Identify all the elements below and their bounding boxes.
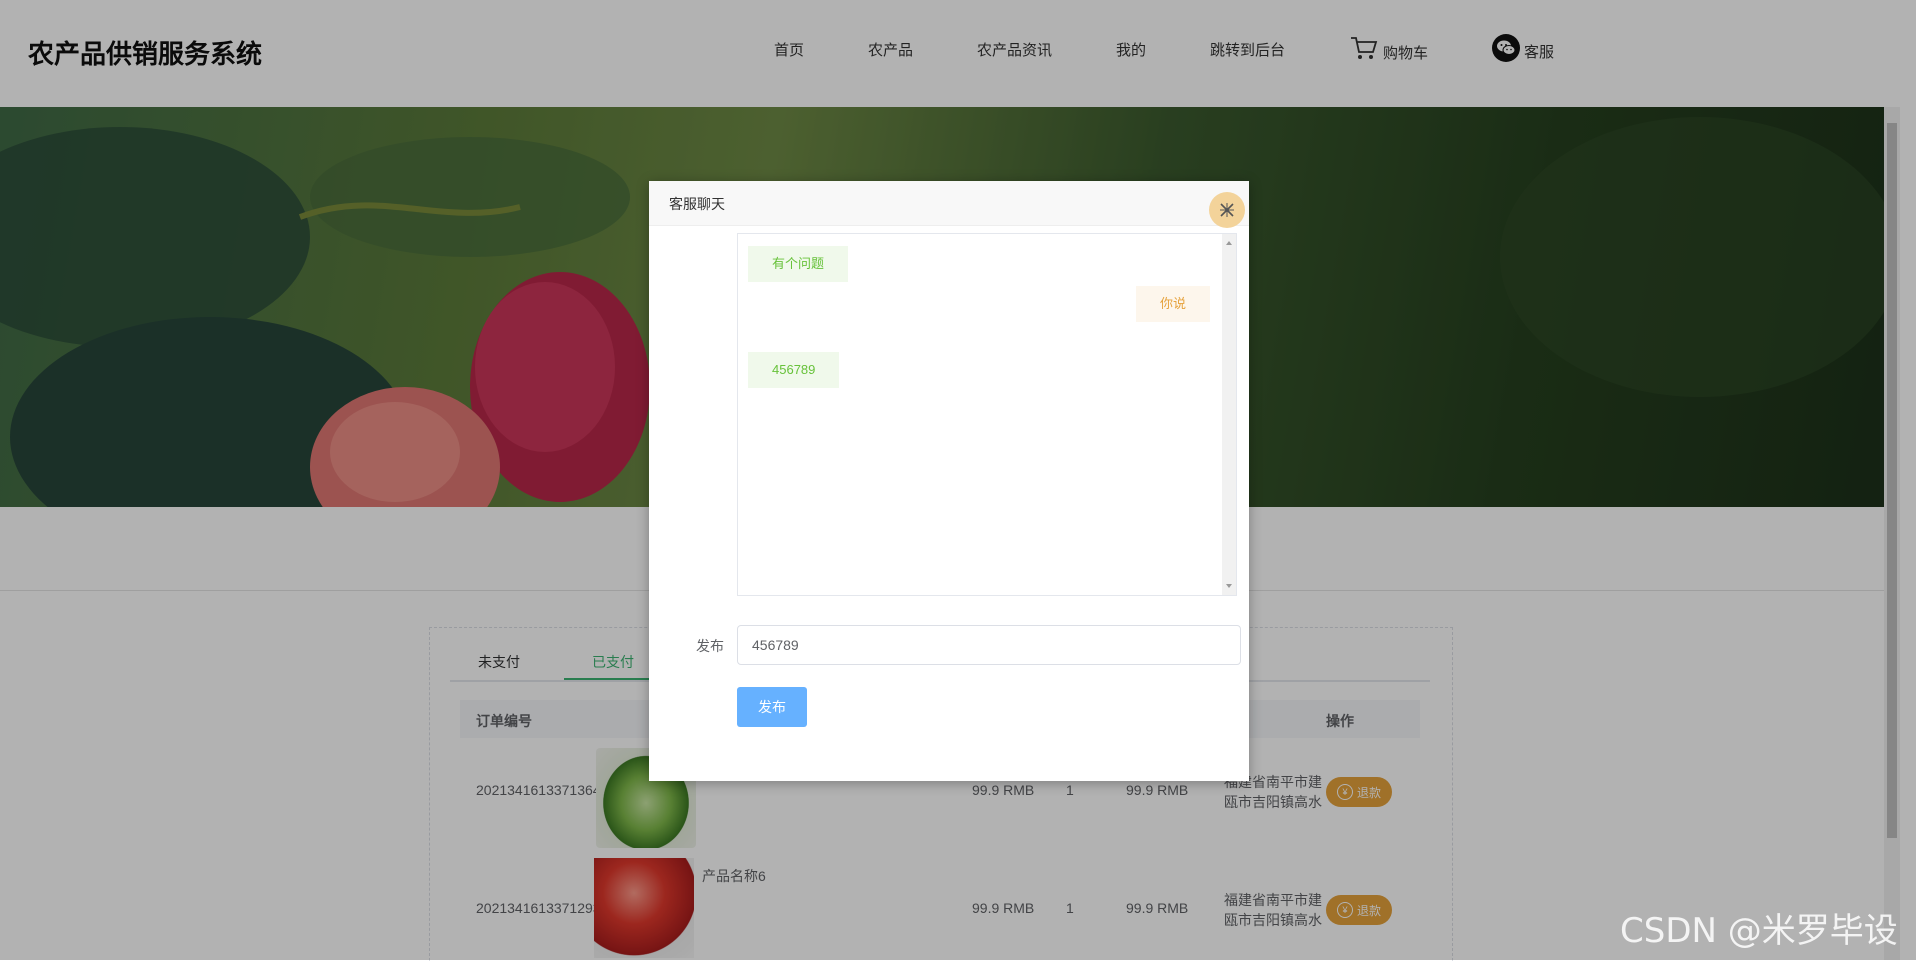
publish-button[interactable]: 发布 — [737, 687, 807, 727]
dialog-header: 客服聊天 — [649, 181, 1249, 226]
close-button[interactable] — [1209, 192, 1245, 228]
message-label: 发布 — [696, 638, 724, 654]
scroll-up-icon[interactable] — [1222, 236, 1236, 250]
close-icon — [1220, 203, 1234, 217]
chat-message: 你说 — [1135, 286, 1210, 322]
chat-dialog: 客服聊天 有个问题 你说 456789 发布 发布 — [649, 181, 1249, 781]
chat-history[interactable]: 有个问题 你说 456789 — [737, 233, 1237, 596]
chat-scrollbar[interactable] — [1222, 234, 1236, 595]
chat-message: 456789 — [748, 352, 840, 388]
message-input[interactable] — [737, 625, 1241, 665]
chat-message: 有个问题 — [748, 246, 849, 282]
watermark: CSDN @米罗毕设 — [1620, 911, 1898, 951]
dialog-title: 客服聊天 — [669, 196, 725, 212]
scroll-down-icon[interactable] — [1222, 579, 1236, 593]
